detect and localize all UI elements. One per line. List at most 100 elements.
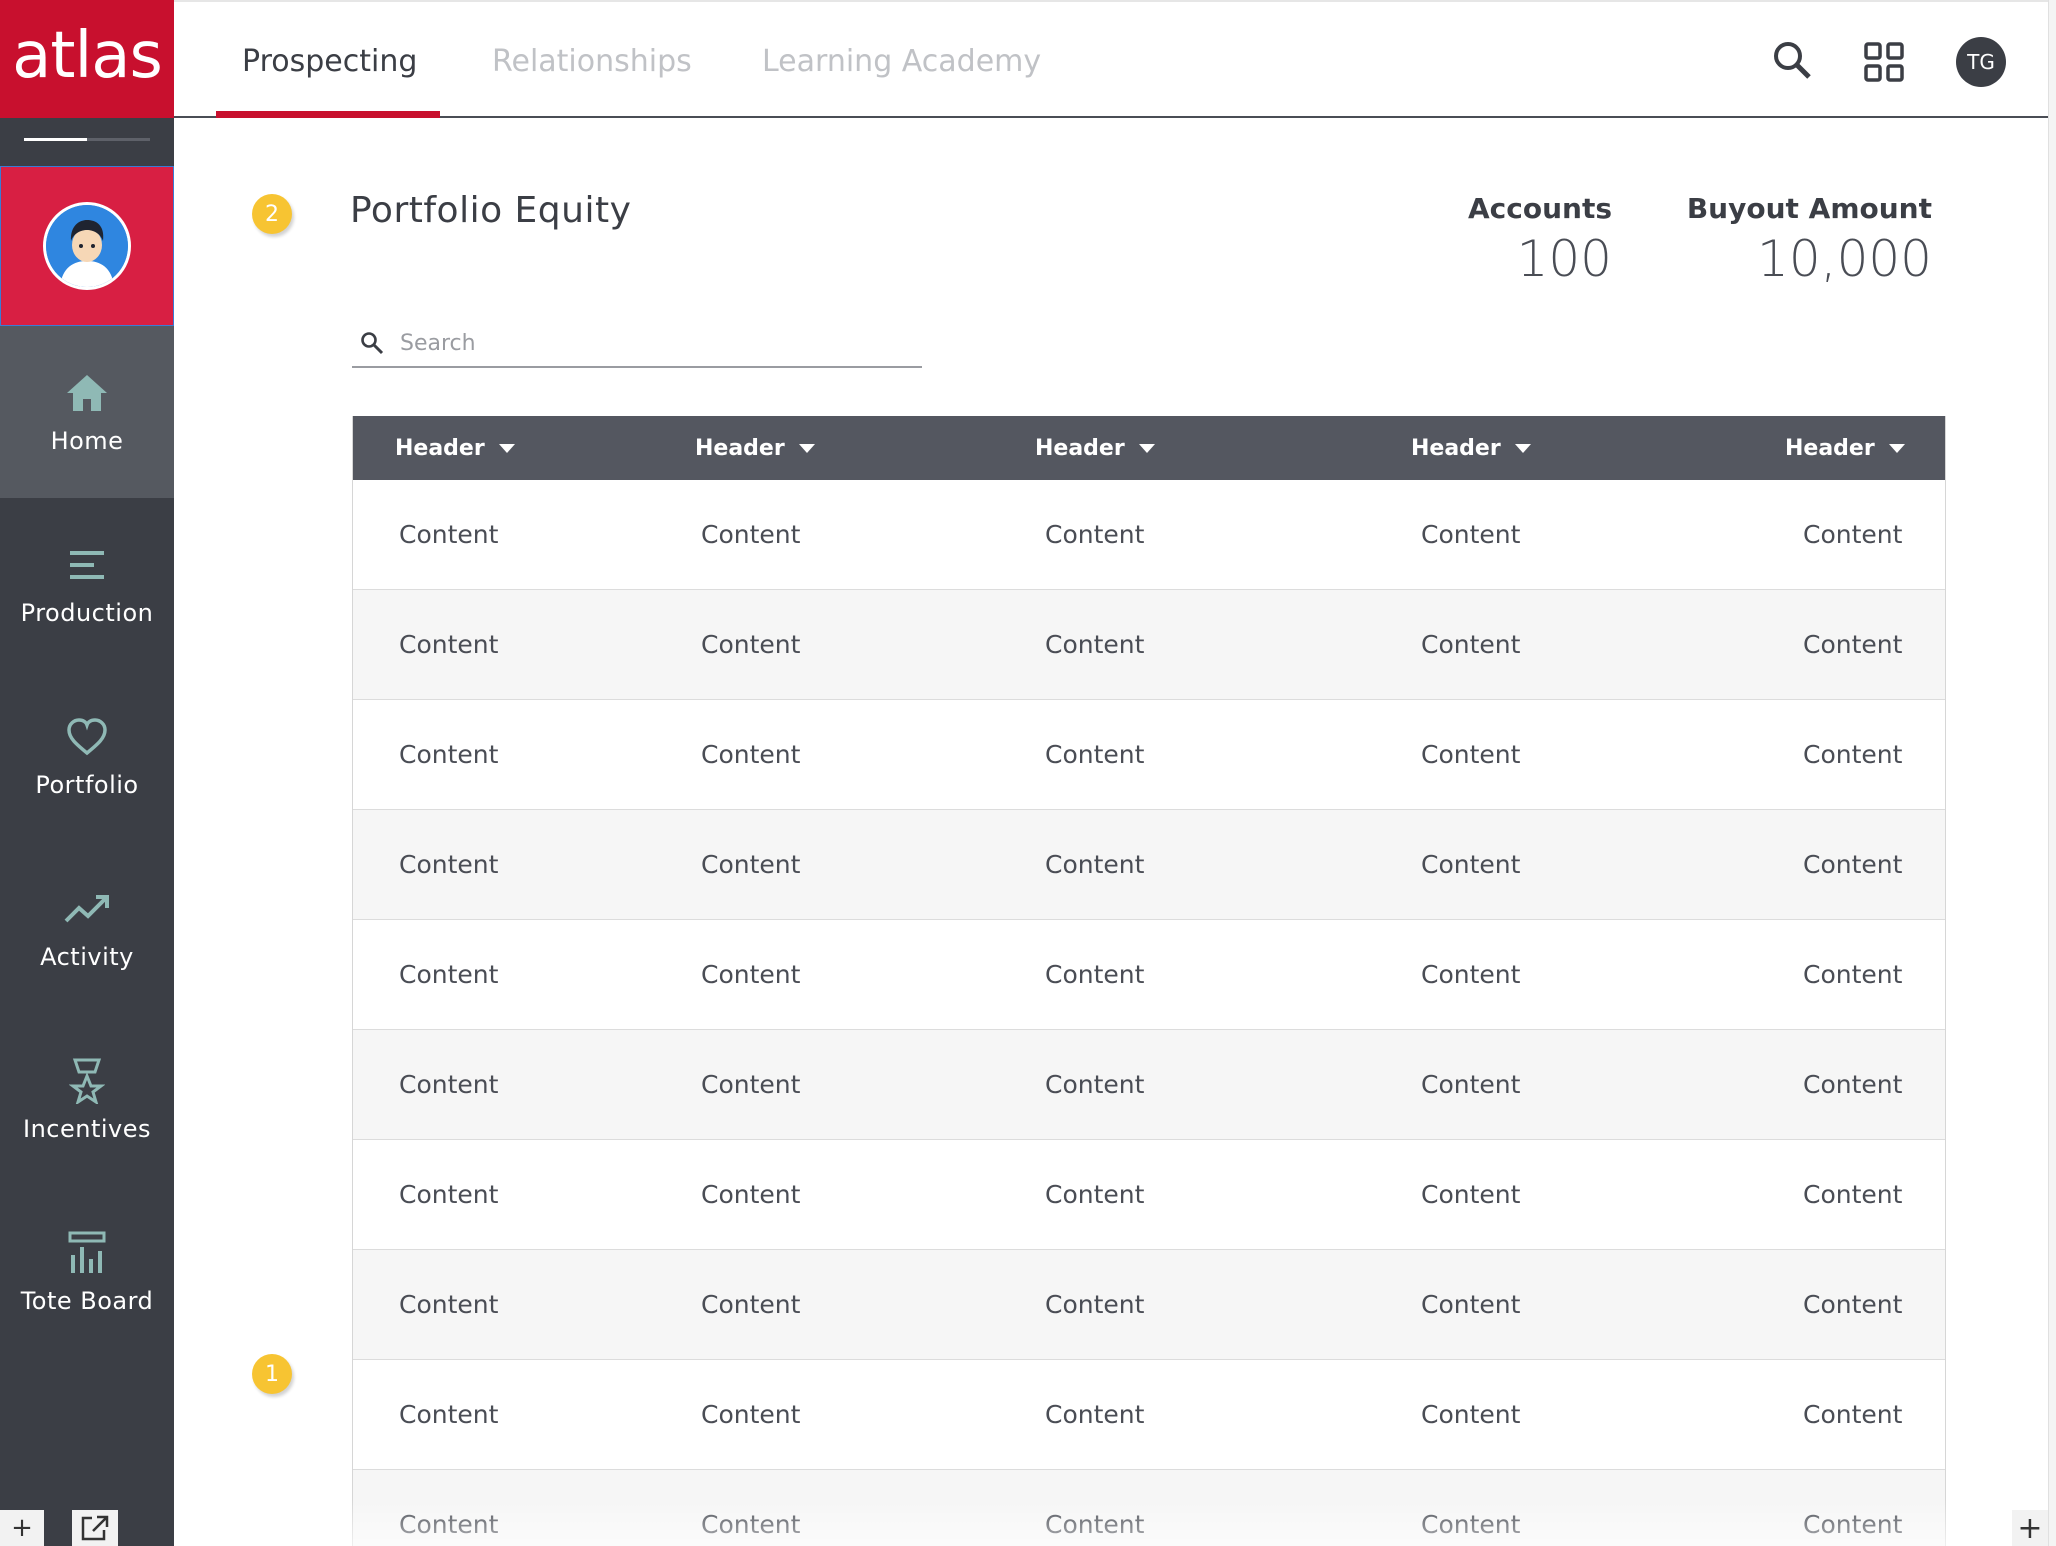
column-header[interactable]: Header [695, 416, 815, 480]
sidebar-item-home[interactable]: Home [0, 326, 174, 498]
table-cell: Content [1421, 1290, 1521, 1319]
profile-card[interactable] [0, 166, 174, 326]
tote-board-icon [67, 1229, 107, 1277]
caret-down-icon [1514, 443, 1531, 453]
logo-text: atlas [12, 19, 163, 93]
user-initials: TG [1967, 50, 1995, 74]
tab-label: Prospecting [242, 43, 418, 79]
sidebar-item-activity[interactable]: Activity [0, 842, 174, 1014]
table-cell: Content [701, 1510, 801, 1539]
tab-label: Relationships [492, 43, 692, 79]
sidebar-item-label: Production [20, 599, 154, 627]
column-header-label: Header [395, 435, 485, 461]
tab-prospecting[interactable]: Prospecting [242, 2, 417, 120]
table-row[interactable]: Content Content Content Content Content [353, 480, 1945, 590]
table-cell: Content [399, 1400, 499, 1429]
table-row[interactable]: Content Content Content Content Content [353, 700, 1945, 810]
table-cell: Content [1045, 960, 1145, 989]
table-cell: Content [1421, 1400, 1521, 1429]
table-row[interactable]: Content Content Content Content Content [353, 590, 1945, 700]
table-cell: Content [399, 1290, 499, 1319]
table-cell: Content [1421, 1180, 1521, 1209]
sidebar-item-label: Tote Board [20, 1287, 154, 1315]
table-cell: Content [1803, 740, 1903, 769]
column-header[interactable]: Header [1411, 416, 1531, 480]
popout-button[interactable] [72, 1510, 118, 1546]
apps-grid-icon[interactable] [1864, 42, 1904, 86]
award-star-icon [69, 1057, 105, 1105]
sidebar-item-portfolio[interactable]: Portfolio [0, 670, 174, 842]
table-row[interactable]: Content Content Content Content Content [353, 810, 1945, 920]
search-input[interactable] [398, 329, 902, 357]
caret-down-icon [1888, 443, 1905, 453]
plus-icon: + [2017, 1510, 2043, 1546]
table-row[interactable]: Content Content Content Content Content [353, 920, 1945, 1030]
table-cell: Content [701, 630, 801, 659]
sidebar-item-incentives[interactable]: Incentives [0, 1014, 174, 1186]
heart-icon [66, 713, 108, 761]
table-row[interactable]: Content Content Content Content Content [353, 1360, 1945, 1470]
buyout-amount-label: Buyout Amount [1686, 192, 1932, 225]
sidebar-item-label: Home [50, 427, 124, 455]
table-cell: Content [701, 1290, 801, 1319]
table-cell: Content [1045, 630, 1145, 659]
table-cell: Content [1421, 850, 1521, 879]
table-cell: Content [1421, 1510, 1521, 1539]
sidebar-item-tote-board[interactable]: Tote Board [0, 1186, 174, 1358]
table-cell: Content [399, 960, 499, 989]
table-cell: Content [701, 520, 801, 549]
table-row[interactable]: Content Content Content Content Content [353, 1030, 1945, 1140]
tab-label: Learning Academy [762, 43, 1042, 79]
column-header-label: Header [1785, 435, 1875, 461]
table-cell: Content [1421, 520, 1521, 549]
tab-learning-academy[interactable]: Learning Academy [762, 2, 1041, 120]
table-cell: Content [1421, 630, 1521, 659]
table-cell: Content [1803, 850, 1903, 879]
page-scrollbar[interactable] [2048, 0, 2056, 1546]
table-cell: Content [1045, 1070, 1145, 1099]
atlas-logo[interactable]: atlas [0, 0, 174, 118]
active-tab-indicator [216, 111, 440, 118]
table-cell: Content [399, 520, 499, 549]
search-icon [361, 332, 384, 355]
table-cell: Content [399, 630, 499, 659]
table-cell: Content [701, 1400, 801, 1429]
accounts-value: 100 [1516, 230, 1612, 288]
step-badge-1: 1 [252, 1354, 292, 1394]
table-row[interactable]: Content Content Content Content Content [353, 1140, 1945, 1250]
accounts-label: Accounts [1467, 192, 1612, 225]
page-title: Portfolio Equity [350, 190, 632, 231]
table-cell: Content [1421, 1070, 1521, 1099]
column-header[interactable]: Header [395, 416, 515, 480]
table-cell: Content [399, 850, 499, 879]
column-header-label: Header [695, 435, 785, 461]
search-icon[interactable] [1772, 40, 1812, 84]
person-avatar-icon [46, 205, 128, 287]
table-row[interactable]: Content Content Content Content Content [353, 1250, 1945, 1360]
table-cell: Content [1045, 850, 1145, 879]
column-header[interactable]: Header [1785, 416, 1905, 480]
sidebar-item-production[interactable]: Production [0, 498, 174, 670]
add-button[interactable]: + [2012, 1510, 2048, 1546]
table-cell: Content [701, 1180, 801, 1209]
sidebar-progress-fill [24, 138, 87, 141]
table-cell: Content [701, 850, 801, 879]
column-header-label: Header [1035, 435, 1125, 461]
portfolio-table: Header Header Header Header Header Conte… [352, 416, 1946, 1546]
caret-down-icon [798, 443, 815, 453]
trending-up-icon [64, 885, 110, 933]
table-cell: Content [701, 1070, 801, 1099]
table-cell: Content [701, 740, 801, 769]
add-button-small[interactable]: + [0, 1510, 44, 1546]
avatar [43, 202, 131, 290]
tab-relationships[interactable]: Relationships [492, 2, 692, 120]
search-field [352, 320, 922, 368]
plus-icon: + [11, 1513, 33, 1543]
table-row[interactable]: Content Content Content Content Content [353, 1470, 1945, 1546]
table-cell: Content [399, 1510, 499, 1539]
step-number: 1 [265, 1361, 279, 1387]
user-avatar-badge[interactable]: TG [1956, 37, 2006, 87]
column-header[interactable]: Header [1035, 416, 1155, 480]
table-cell: Content [1803, 1510, 1903, 1539]
external-link-icon [81, 1515, 109, 1541]
